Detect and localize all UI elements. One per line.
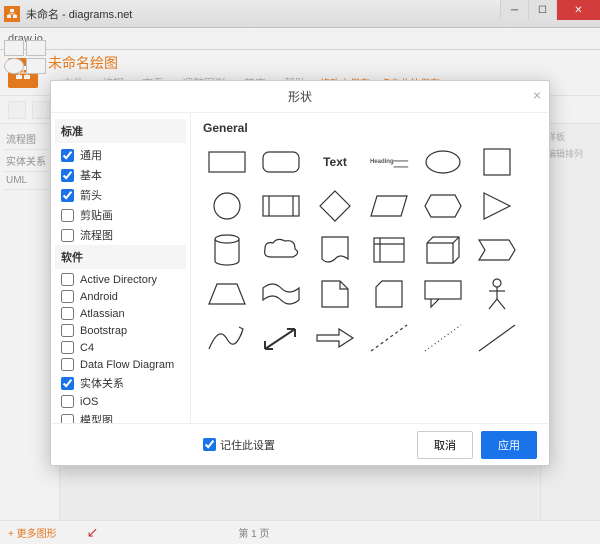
shape-lib-item[interactable]: Bootstrap — [55, 322, 186, 339]
shape-tape[interactable] — [257, 275, 305, 313]
shape-lib-item[interactable]: 箭头 — [55, 185, 186, 205]
dialog-header: 形状 × — [51, 81, 549, 113]
checkbox[interactable] — [203, 438, 216, 451]
shape-rounded-rect[interactable] — [257, 143, 305, 181]
checkbox[interactable] — [61, 414, 74, 424]
checkbox[interactable] — [61, 290, 74, 303]
checkbox[interactable] — [61, 273, 74, 286]
shape-lib-item[interactable]: Android — [55, 288, 186, 305]
shape-lib-item[interactable]: Active Directory — [55, 271, 186, 288]
dialog-preview: General Text Heading━━━━━━━━ — [191, 113, 549, 423]
shape-curve[interactable] — [203, 319, 251, 357]
shape-text[interactable]: Text — [311, 143, 359, 181]
checkbox[interactable] — [61, 229, 74, 242]
shape-triangle[interactable] — [473, 187, 521, 225]
checkbox[interactable] — [61, 307, 74, 320]
checkbox[interactable] — [61, 324, 74, 337]
shape-circle[interactable] — [203, 187, 251, 225]
shape-hexagon[interactable] — [419, 187, 467, 225]
shape-callout[interactable] — [419, 275, 467, 313]
checkbox[interactable] — [61, 169, 74, 182]
remember-checkbox[interactable]: 记住此设置 — [203, 437, 275, 453]
shape-diamond[interactable] — [311, 187, 359, 225]
dialog-footer: 记住此设置 取消 应用 — [51, 423, 549, 465]
shape-parallelogram[interactable] — [365, 187, 413, 225]
checkbox[interactable] — [61, 395, 74, 408]
shape-rectangle[interactable] — [203, 143, 251, 181]
preview-title: General — [203, 121, 537, 135]
shape-card[interactable] — [365, 275, 413, 313]
shape-lib-item[interactable]: 剪贴画 — [55, 205, 186, 225]
shape-lib-item[interactable]: 实体关系 — [55, 373, 186, 393]
shape-bidirectional-arrow[interactable] — [257, 319, 305, 357]
checkbox[interactable] — [61, 358, 74, 371]
checkbox[interactable] — [61, 377, 74, 390]
shape-grid: Text Heading━━━━━━━━ — [203, 143, 537, 357]
dialog-title: 形状 — [288, 88, 312, 105]
shape-lib-item[interactable]: 基本 — [55, 165, 186, 185]
shape-internal-storage[interactable] — [365, 231, 413, 269]
shape-dotted-line[interactable] — [419, 319, 467, 357]
section-standard: 标准 — [55, 119, 186, 143]
checkbox[interactable] — [61, 209, 74, 222]
shape-cube[interactable] — [419, 231, 467, 269]
shape-lib-item[interactable]: C4 — [55, 339, 186, 356]
shape-process[interactable] — [257, 187, 305, 225]
shape-document[interactable] — [311, 231, 359, 269]
shapes-dialog: 形状 × 标准 通用 基本 箭头 剪贴画 流程图 软件 Active Direc… — [50, 80, 550, 466]
checkbox[interactable] — [61, 189, 74, 202]
dialog-close-icon[interactable]: × — [533, 87, 541, 103]
shape-heading[interactable]: Heading━━━━━━━━ — [365, 143, 413, 181]
shape-ellipse[interactable] — [419, 143, 467, 181]
checkbox[interactable] — [61, 341, 74, 354]
shape-trapezoid[interactable] — [203, 275, 251, 313]
shape-note[interactable] — [311, 275, 359, 313]
shape-lib-item[interactable]: Atlassian — [55, 305, 186, 322]
dialog-category-list: 标准 通用 基本 箭头 剪贴画 流程图 软件 Active Directory … — [51, 113, 191, 423]
shape-lib-item[interactable]: iOS — [55, 393, 186, 410]
shape-step[interactable] — [473, 231, 521, 269]
shape-lib-item[interactable]: 通用 — [55, 145, 186, 165]
shape-cylinder[interactable] — [203, 231, 251, 269]
shape-square[interactable] — [473, 143, 521, 181]
shape-cloud[interactable] — [257, 231, 305, 269]
apply-button[interactable]: 应用 — [481, 431, 537, 459]
cancel-button[interactable]: 取消 — [417, 431, 473, 459]
shape-lib-item[interactable]: 流程图 — [55, 225, 186, 245]
shape-lib-item[interactable]: Data Flow Diagram — [55, 356, 186, 373]
section-software: 软件 — [55, 245, 186, 269]
shape-dashed-line[interactable] — [365, 319, 413, 357]
shape-line[interactable] — [473, 319, 521, 357]
dialog-backdrop: 形状 × 标准 通用 基本 箭头 剪贴画 流程图 软件 Active Direc… — [0, 0, 600, 544]
shape-arrow[interactable] — [311, 319, 359, 357]
checkbox[interactable] — [61, 149, 74, 162]
shape-actor[interactable] — [473, 275, 521, 313]
shape-lib-item[interactable]: 模型图 — [55, 410, 186, 423]
